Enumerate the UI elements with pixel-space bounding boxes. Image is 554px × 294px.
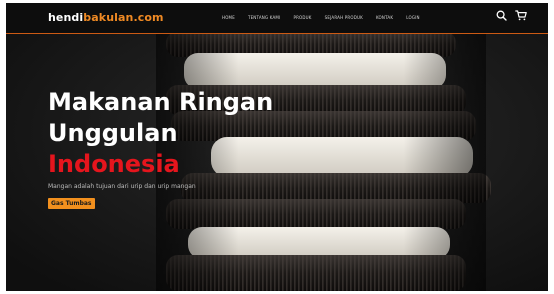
nav-item-produk[interactable]: PRODUK [293,15,311,20]
nav-item-login[interactable]: LOGIN [406,15,420,20]
nav-item-sejarah-produk[interactable]: SEJARAH PRODUK [325,15,363,20]
nav-item-tentang-kami[interactable]: TENTANG KAMI [248,15,281,20]
cart-icon[interactable] [515,10,527,21]
top-navbar: hendibakulan.com HOME TENTANG KAMI PRODU… [6,3,548,34]
browser-viewport: hendibakulan.com HOME TENTANG KAMI PRODU… [6,3,548,291]
hero-title-line-3: Indonesia [48,150,180,178]
hero-title-line-2: Unggulan [48,119,178,147]
hero-title-line-1: Makanan Ringan [48,88,274,116]
search-icon[interactable] [496,10,507,21]
nav-item-home[interactable]: HOME [222,15,235,20]
nav-item-kontak[interactable]: KONTAK [376,15,393,20]
hero-subtitle: Mangan adalah tujuan dari urip dan urip … [48,183,196,190]
nav-icons [496,10,527,21]
brand-name: hendi [48,11,84,24]
brand-domain: bakulan.com [83,11,164,24]
nav-menu: HOME TENTANG KAMI PRODUK SEJARAH PRODUK … [222,15,420,20]
cta-button[interactable]: Gas Tumbas [48,198,95,209]
brand-logo[interactable]: hendibakulan.com [48,11,164,24]
hero-content: Makanan Ringan Unggulan Indonesia Mangan… [48,87,273,209]
